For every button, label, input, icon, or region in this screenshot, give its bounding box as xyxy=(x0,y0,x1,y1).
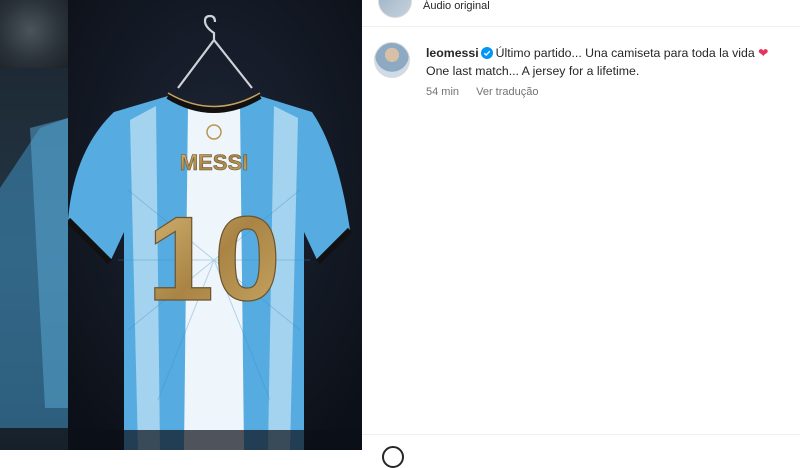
like-icon[interactable] xyxy=(382,446,404,468)
post-media[interactable]: MESSI 10 xyxy=(0,0,362,450)
heart-emoji: ❤ xyxy=(758,46,769,60)
previous-media-strip xyxy=(0,68,68,450)
original-audio-link[interactable]: Áudio original xyxy=(423,0,490,12)
actions-divider xyxy=(362,434,800,435)
caption-line-es: Último partido... Una camiseta para toda… xyxy=(495,46,755,60)
author-avatar-top[interactable] xyxy=(378,0,412,18)
author-avatar[interactable] xyxy=(374,42,410,78)
caption-line-en: One last match... A jersey for a lifetim… xyxy=(426,64,640,78)
username-link[interactable]: leomessi xyxy=(426,46,479,60)
caption-text: leomessi Último partido... Una camiseta p… xyxy=(426,44,800,80)
post-details-panel: Áudio original leomessi Último partido...… xyxy=(362,0,800,468)
post-header: Áudio original xyxy=(362,0,800,18)
header-divider xyxy=(362,26,800,27)
see-translation-button[interactable]: Ver tradução xyxy=(476,86,538,98)
jersey-photo: MESSI 10 xyxy=(65,0,362,450)
jersey-number: 10 xyxy=(147,192,280,326)
caption-meta: 54 min Ver tradução xyxy=(426,86,552,98)
post-time[interactable]: 54 min xyxy=(426,86,459,98)
previous-media-thumbnail[interactable] xyxy=(0,0,68,68)
verified-badge-icon xyxy=(480,47,493,59)
jersey-name: MESSI xyxy=(180,150,248,175)
